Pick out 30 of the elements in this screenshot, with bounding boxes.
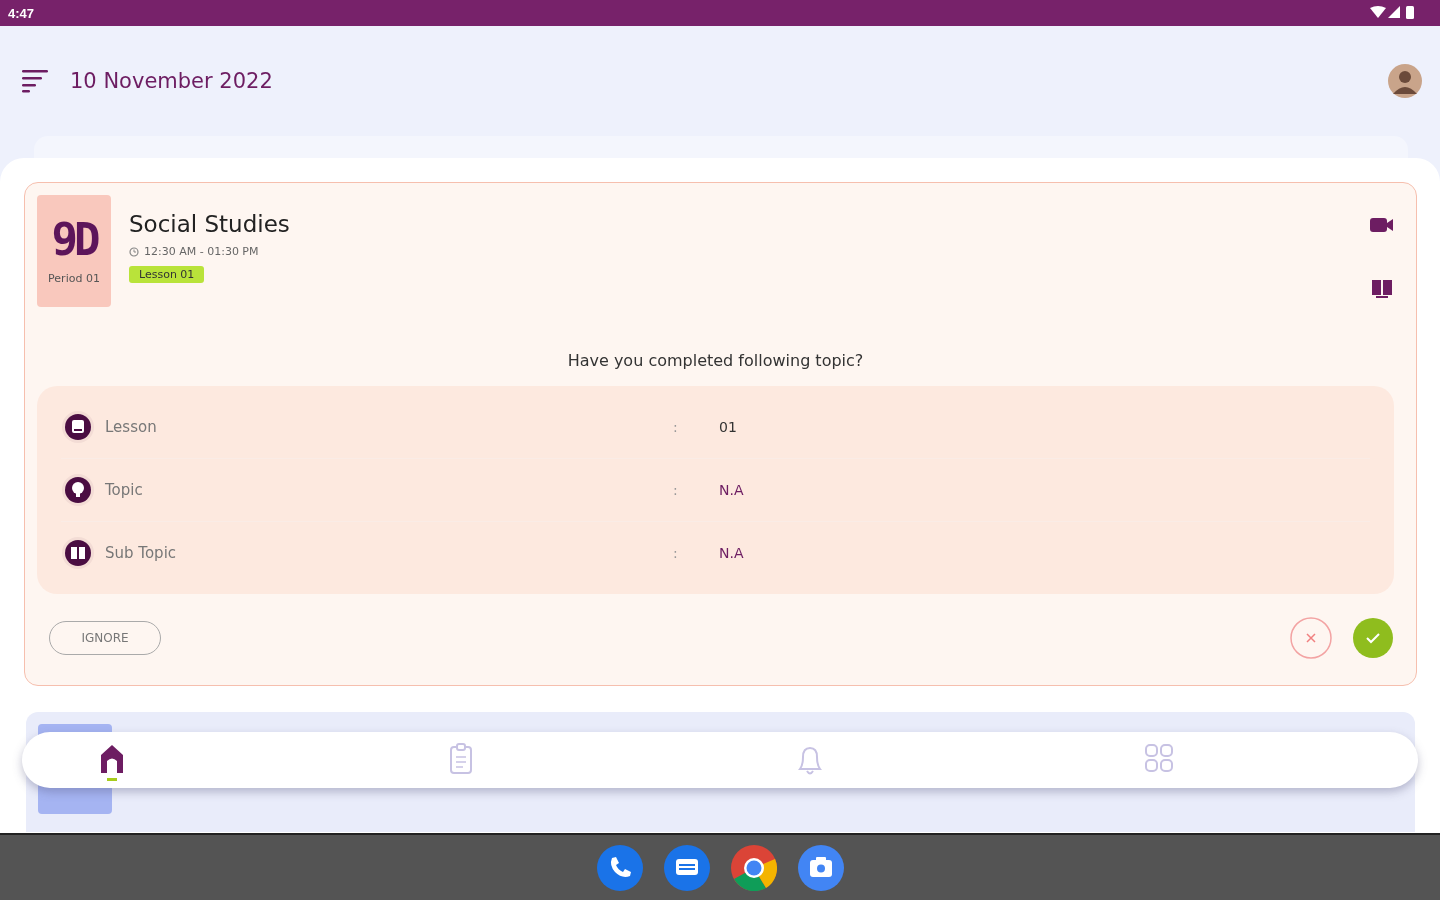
video-camera-icon[interactable] (1370, 217, 1394, 233)
detail-value: 01 (719, 419, 737, 435)
colon: : (673, 545, 679, 561)
period-label: Period 01 (48, 271, 100, 285)
messages-icon[interactable] (663, 844, 710, 891)
menu-icon[interactable] (22, 69, 48, 93)
avatar[interactable] (1388, 64, 1422, 98)
detail-value: N.A (719, 482, 744, 498)
period-number: 9D (51, 217, 97, 262)
open-book-icon (61, 536, 95, 570)
detail-value: N.A (719, 545, 744, 561)
colon: : (673, 419, 679, 435)
home-icon[interactable] (98, 743, 125, 783)
detail-label: Topic (105, 481, 144, 499)
detail-label: Lesson (105, 418, 158, 436)
lesson-tag: Lesson 01 (129, 266, 205, 283)
phone-icon[interactable] (596, 844, 643, 891)
slate-icon (61, 410, 95, 444)
bulb-icon (61, 473, 95, 507)
camera-icon[interactable] (797, 844, 844, 891)
clock-icon (129, 246, 139, 257)
detail-label: Sub Topic (105, 544, 178, 562)
question-text: Have you completed following topic? (566, 351, 865, 370)
book-icon[interactable] (1372, 279, 1392, 299)
class-time: 12:30 AM - 01:30 PM (144, 245, 259, 258)
subject-title: Social Studies (129, 211, 290, 237)
date-title: 10 November 2022 (70, 69, 274, 93)
colon: : (673, 482, 679, 498)
status-time: 4:47 (8, 5, 35, 21)
browser-icon[interactable] (730, 844, 777, 891)
